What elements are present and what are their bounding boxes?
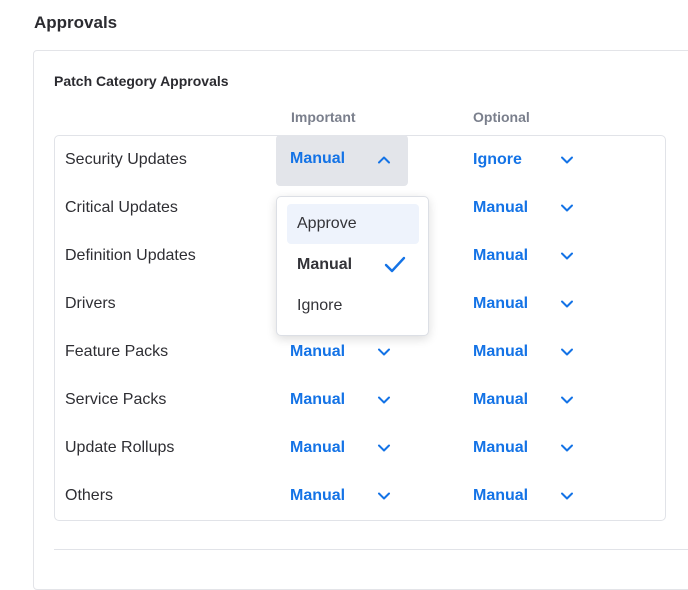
chevron-down-icon — [560, 491, 574, 501]
select-value: Manual — [473, 247, 529, 264]
select-value: Manual — [473, 199, 529, 216]
important-approval-select-service-packs[interactable]: Manual — [276, 376, 408, 427]
category-label: Update Rollups — [65, 439, 175, 456]
chevron-down-icon — [560, 347, 574, 357]
optional-approval-select-service-packs[interactable]: Manual — [459, 376, 591, 427]
chevron-down-icon — [377, 395, 391, 405]
chevron-down-icon — [377, 347, 391, 357]
category-label: Drivers — [65, 295, 116, 312]
option-label: Approve — [297, 215, 357, 232]
important-approval-select-security-updates[interactable]: Manual — [276, 135, 408, 186]
category-label: Critical Updates — [65, 199, 178, 216]
option-label: Manual — [297, 256, 353, 273]
optional-approval-select-feature-packs[interactable]: Manual — [459, 328, 591, 379]
option-ignore[interactable]: Ignore — [287, 286, 419, 326]
table-row: Others Manual Manual — [55, 472, 665, 520]
category-label: Others — [65, 487, 114, 504]
table-row: Security Updates Manual Ignore — [55, 135, 665, 187]
chevron-down-icon — [560, 155, 574, 165]
optional-approval-select-update-rollups[interactable]: Manual — [459, 424, 591, 475]
important-approval-select-update-rollups[interactable]: Manual — [276, 424, 408, 475]
column-header-important: Important — [291, 109, 356, 125]
divider — [54, 549, 688, 550]
section-title: Approvals — [34, 13, 118, 32]
table-row: Update Rollups Manual Manual — [55, 424, 665, 472]
table-row: Service Packs Manual Manual — [55, 376, 665, 424]
select-value: Manual — [290, 391, 346, 408]
chevron-down-icon — [560, 299, 574, 309]
chevron-down-icon — [560, 443, 574, 453]
category-label: Security Updates — [65, 151, 187, 168]
chevron-down-icon — [377, 491, 391, 501]
option-label: Ignore — [297, 297, 343, 314]
chevron-down-icon — [377, 443, 391, 453]
select-value: Manual — [290, 439, 346, 456]
card-title: Patch Category Approvals — [54, 73, 229, 89]
select-value: Manual — [473, 295, 529, 312]
select-value: Manual — [290, 487, 346, 504]
optional-approval-select-drivers[interactable]: Manual — [459, 280, 591, 331]
optional-approval-select-critical-updates[interactable]: Manual — [459, 184, 591, 235]
chevron-down-icon — [560, 203, 574, 213]
important-approval-select-others[interactable]: Manual — [276, 472, 408, 523]
category-label: Feature Packs — [65, 343, 169, 360]
column-header-optional: Optional — [473, 109, 530, 125]
select-value: Manual — [473, 391, 529, 408]
optional-approval-select-others[interactable]: Manual — [459, 472, 591, 523]
select-value: Manual — [290, 343, 346, 360]
select-value: Manual — [473, 487, 529, 504]
select-value: Manual — [473, 439, 529, 456]
chevron-down-icon — [560, 395, 574, 405]
chevron-up-icon — [377, 155, 391, 165]
optional-approval-select-security-updates[interactable]: Ignore — [459, 136, 591, 187]
chevron-down-icon — [560, 251, 574, 261]
select-value: Manual — [290, 150, 346, 167]
category-label: Definition Updates — [65, 247, 196, 264]
approval-dropdown-menu: Approve Manual Ignore — [276, 196, 429, 336]
select-value: Ignore — [473, 151, 522, 168]
option-approve[interactable]: Approve — [287, 204, 419, 244]
category-label: Service Packs — [65, 391, 167, 408]
check-icon — [384, 256, 406, 274]
optional-approval-select-definition-updates[interactable]: Manual — [459, 232, 591, 283]
option-manual[interactable]: Manual — [287, 245, 419, 285]
select-value: Manual — [473, 343, 529, 360]
